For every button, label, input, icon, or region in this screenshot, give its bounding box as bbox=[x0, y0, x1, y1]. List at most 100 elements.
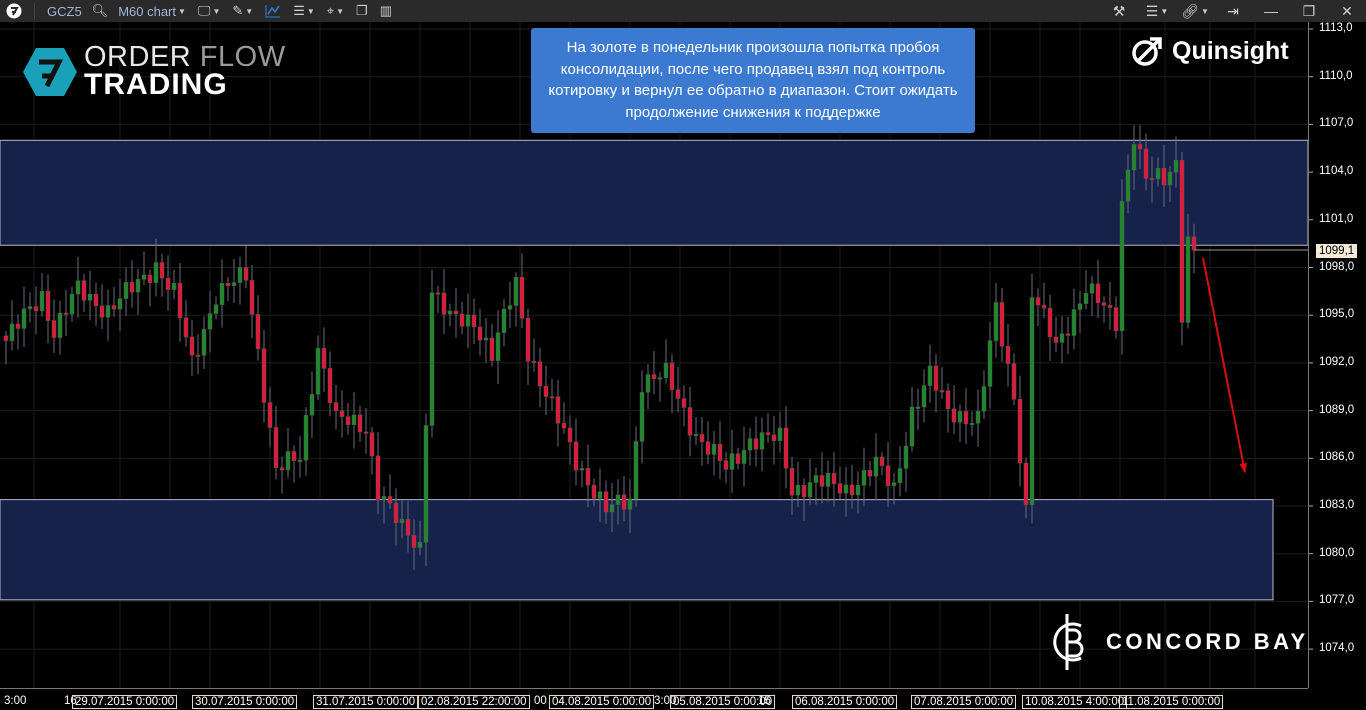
window-copy-icon[interactable]: ❐ bbox=[350, 0, 374, 22]
candle-body bbox=[1155, 167, 1161, 180]
candle-body bbox=[837, 483, 843, 494]
candle-body bbox=[945, 390, 951, 410]
indicators-icon[interactable]: ☰ ▼ bbox=[287, 0, 321, 22]
time-tick-label: 31.07.2015 0:00:00 bbox=[313, 695, 419, 709]
candle-body bbox=[843, 484, 849, 494]
candle-body bbox=[327, 368, 333, 403]
candle-body bbox=[231, 282, 237, 287]
candle-body bbox=[1101, 302, 1107, 306]
candle-body bbox=[543, 385, 549, 397]
candle-body bbox=[801, 484, 807, 498]
display-menu-icon[interactable]: 🖵︎ ▼ bbox=[192, 0, 226, 22]
time-tick-label: 10.08.2015 4:00:00 bbox=[1022, 695, 1128, 709]
candle-body bbox=[507, 305, 513, 310]
candle-body bbox=[585, 468, 591, 486]
candle-body bbox=[777, 427, 783, 441]
candle-body bbox=[1161, 167, 1167, 186]
candle-body bbox=[687, 407, 693, 436]
pin-icon[interactable]: ⇥ bbox=[1214, 0, 1252, 22]
panel-icon[interactable]: ▥ bbox=[374, 0, 398, 22]
candle-body bbox=[633, 441, 639, 499]
candle-body bbox=[861, 470, 867, 486]
candle-body bbox=[57, 312, 63, 338]
candle-body bbox=[309, 394, 315, 416]
candle-body bbox=[603, 491, 609, 513]
candle-body bbox=[957, 411, 963, 423]
candle-body bbox=[189, 336, 195, 356]
link-icon[interactable]: 🔗︎ ▼ bbox=[1176, 0, 1214, 22]
candle-body bbox=[1191, 236, 1197, 251]
logo-text-trading: TRADING bbox=[84, 68, 228, 101]
candle-body bbox=[555, 396, 561, 424]
candle-body bbox=[759, 432, 765, 450]
candle-body bbox=[615, 494, 621, 505]
support-zone bbox=[0, 499, 1274, 601]
app-logo-icon[interactable] bbox=[0, 0, 28, 22]
candle-body bbox=[213, 304, 219, 314]
toolbar: GCZ5 🔍︎ M60 chart ▼ 🖵︎ ▼ ✎ ▼ ☰ ▼ ⌖ ▼ ❐ ▥ ⚒ ☰ ▼… bbox=[0, 0, 1366, 22]
candle-body bbox=[1095, 283, 1101, 303]
candle-body bbox=[381, 496, 387, 501]
candle-body bbox=[693, 434, 699, 437]
candle-body bbox=[885, 465, 891, 486]
candle-body bbox=[249, 280, 255, 315]
candle-body bbox=[273, 427, 279, 468]
candle-body bbox=[69, 293, 75, 315]
candle-body bbox=[123, 282, 129, 299]
annotation-note: На золоте в понедельник произошла попытк… bbox=[531, 28, 975, 133]
candle-body bbox=[1029, 297, 1035, 505]
candle-body bbox=[627, 498, 633, 510]
candle-body bbox=[471, 314, 477, 328]
price-tick-label: 1101,0 bbox=[1319, 212, 1354, 225]
time-tick-label: 11.08.2015 0:00:00 bbox=[1119, 695, 1224, 709]
candle-body bbox=[579, 468, 585, 471]
forecast-arrow-head bbox=[1239, 462, 1248, 473]
candle-body bbox=[645, 374, 651, 393]
search-icon[interactable]: 🔍︎ bbox=[88, 0, 113, 22]
candle-body bbox=[1083, 292, 1089, 305]
symbol-selector[interactable]: GCZ5 bbox=[41, 0, 88, 22]
candle-body bbox=[1041, 304, 1047, 309]
candle-body bbox=[723, 460, 729, 470]
candle-body bbox=[63, 312, 69, 315]
candle-body bbox=[417, 541, 423, 548]
price-tick-label: 1095,0 bbox=[1319, 308, 1355, 321]
pencil-draw-icon[interactable]: ✎ ▼ bbox=[226, 0, 259, 22]
tools-icon[interactable]: ⚒ bbox=[1100, 0, 1138, 22]
resistance-zone bbox=[0, 139, 1309, 246]
candle-body bbox=[987, 340, 993, 387]
candle-body bbox=[897, 468, 903, 483]
candle-body bbox=[261, 348, 267, 403]
restore-icon[interactable]: ❐ bbox=[1290, 0, 1328, 22]
candle-body bbox=[1047, 307, 1053, 338]
candle-body bbox=[525, 317, 531, 362]
order-flow-logo-icon bbox=[23, 47, 77, 96]
minimize-icon[interactable]: — bbox=[1252, 0, 1290, 22]
candle-body bbox=[345, 416, 351, 426]
crosshair-icon[interactable]: ⌖ ▼ bbox=[321, 0, 350, 22]
candle-body bbox=[969, 422, 975, 425]
candle-body bbox=[699, 434, 705, 443]
candle-body bbox=[639, 392, 645, 442]
candle-body bbox=[405, 519, 411, 536]
candle-body bbox=[609, 504, 615, 513]
candle-body bbox=[993, 302, 999, 341]
candle-body bbox=[423, 425, 429, 543]
candle-body bbox=[999, 302, 1005, 347]
concord-bay-logo: CONCORD BAY bbox=[1048, 612, 1309, 672]
candle-body bbox=[705, 441, 711, 455]
candle-body bbox=[243, 267, 249, 281]
list-menu-icon[interactable]: ☰ ▼ bbox=[1138, 0, 1176, 22]
line-chart-icon[interactable] bbox=[259, 0, 287, 22]
candle-body bbox=[1077, 303, 1083, 310]
candle-body bbox=[879, 456, 885, 466]
last-price-tag: 1099,1 bbox=[1316, 244, 1358, 258]
close-icon[interactable]: ✕ bbox=[1328, 0, 1366, 22]
quinsight-text: Quinsight bbox=[1172, 36, 1289, 65]
candle-body bbox=[1089, 283, 1095, 294]
concord-bay-text: CONCORD BAY bbox=[1106, 629, 1309, 654]
candle-body bbox=[93, 293, 99, 307]
candle-body bbox=[1065, 333, 1071, 336]
chart-type-dropdown[interactable]: M60 chart ▼ bbox=[112, 0, 192, 22]
candle-body bbox=[147, 274, 153, 283]
